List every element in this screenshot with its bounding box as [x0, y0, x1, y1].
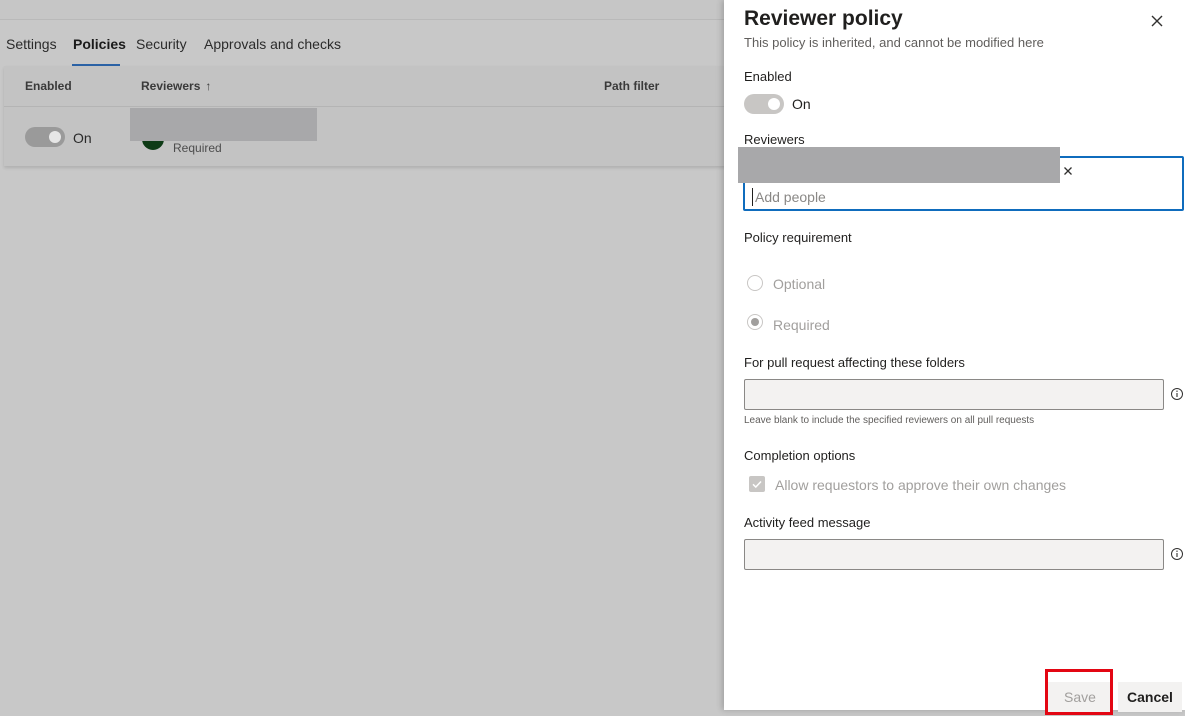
enabled-toggle-text: On	[792, 96, 811, 112]
tab-settings[interactable]: Settings	[6, 36, 57, 52]
row-enabled-text: On	[73, 130, 92, 146]
tab-bar: Settings Policies Security Approvals and…	[0, 20, 724, 66]
radio-optional-label: Optional	[773, 276, 826, 292]
activity-feed-input[interactable]	[744, 539, 1164, 570]
close-icon	[1151, 15, 1163, 27]
info-icon[interactable]	[1170, 547, 1184, 561]
remove-reviewer-button[interactable]	[1058, 161, 1078, 181]
radio-required-label: Required	[773, 317, 830, 333]
reviewer-policy-panel: Reviewer policy This policy is inherited…	[724, 0, 1185, 715]
header-divider	[4, 106, 744, 107]
policy-requirement-label: Policy requirement	[744, 230, 852, 245]
column-header-enabled[interactable]: Enabled	[25, 79, 72, 93]
folders-input[interactable]	[744, 379, 1164, 410]
column-header-reviewers-label: Reviewers	[141, 79, 201, 93]
reviewers-label: Reviewers	[744, 132, 805, 147]
column-header-path-filter[interactable]: Path filter	[604, 79, 659, 93]
completion-options-label: Completion options	[744, 448, 856, 463]
activity-feed-label: Activity feed message	[744, 515, 871, 530]
radio-optional[interactable]	[747, 275, 763, 291]
panel-subtitle: This policy is inherited, and cannot be …	[744, 35, 1044, 50]
tab-security[interactable]: Security	[136, 36, 187, 52]
panel-title: Reviewer policy	[744, 7, 903, 30]
redacted-reviewer-name	[130, 108, 317, 141]
radio-required[interactable]	[747, 314, 763, 330]
checkmark-icon	[752, 480, 762, 489]
close-button[interactable]	[1147, 11, 1167, 31]
folders-label: For pull request affecting these folders	[744, 355, 965, 370]
toggle-knob	[49, 131, 61, 143]
folders-helper-text: Leave blank to include the specified rev…	[744, 415, 1035, 426]
page-top-bar	[0, 0, 724, 20]
column-header-reviewers[interactable]: Reviewers ↑	[141, 79, 211, 93]
arrow-up-icon: ↑	[205, 79, 212, 93]
save-button[interactable]: Save	[1048, 682, 1112, 712]
enabled-label: Enabled	[744, 69, 792, 84]
allow-self-approve-label: Allow requestors to approve their own ch…	[775, 477, 1067, 493]
add-people-input[interactable]	[752, 188, 1172, 206]
row-enabled-toggle[interactable]	[25, 127, 65, 147]
tab-policies[interactable]: Policies	[73, 36, 126, 52]
cancel-button[interactable]: Cancel	[1118, 682, 1182, 712]
redacted-reviewer-chip	[738, 147, 1060, 183]
toggle-knob	[768, 98, 780, 110]
policies-table: Enabled Reviewers ↑ Path filter On Requir…	[4, 66, 744, 166]
row-requirement: Required	[173, 141, 222, 155]
allow-self-approve-checkbox[interactable]	[749, 476, 765, 492]
tab-approvals-and-checks[interactable]: Approvals and checks	[204, 36, 341, 52]
close-icon	[1064, 167, 1072, 175]
info-icon[interactable]	[1170, 387, 1184, 401]
enabled-toggle[interactable]	[744, 94, 784, 114]
